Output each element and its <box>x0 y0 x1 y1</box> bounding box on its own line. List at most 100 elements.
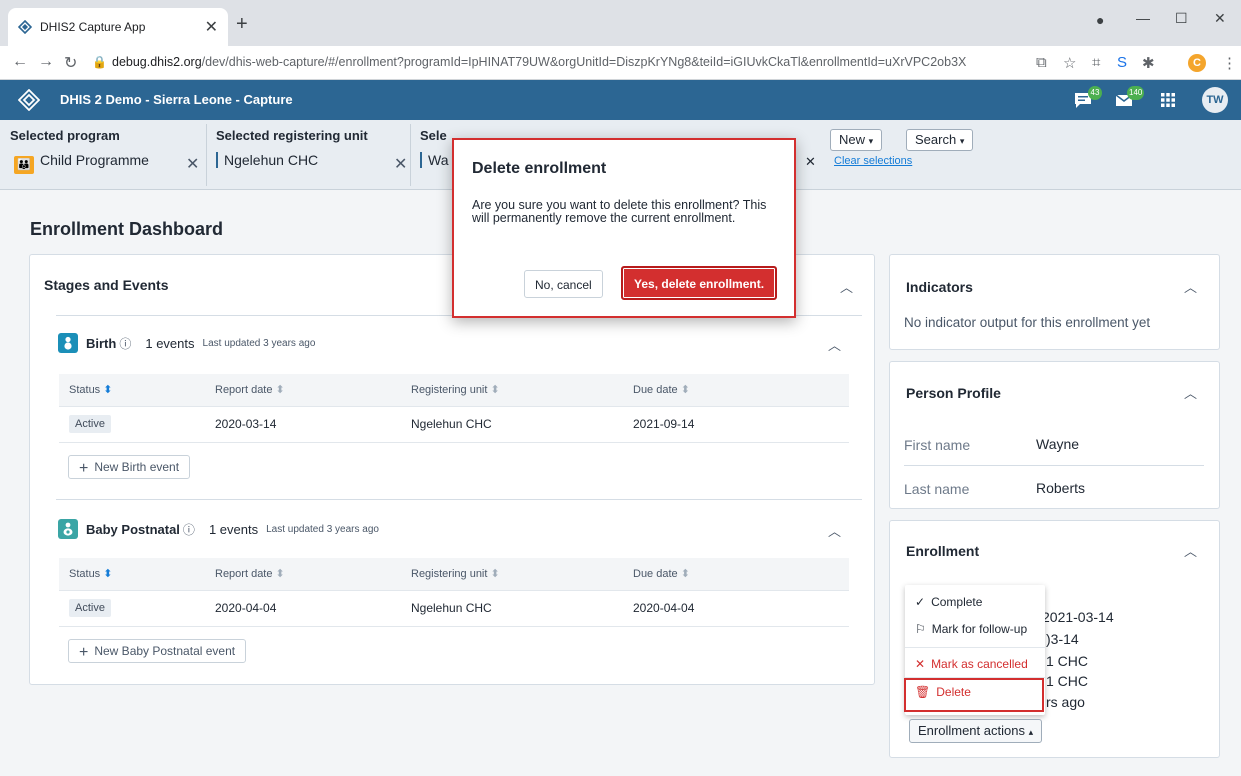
info-icon[interactable]: ⓘ <box>183 521 195 538</box>
owner-org-text: 1 CHC <box>1046 673 1089 689</box>
selected-person-value[interactable]: Wa <box>420 152 448 168</box>
browser-menu-icon[interactable]: ⋮ <box>1222 54 1237 72</box>
table-row[interactable]: Active 2020-04-04 Ngelehun CHC 2020-04-0… <box>59 590 849 627</box>
bookmark-star-icon[interactable]: ☆ <box>1063 54 1076 72</box>
clear-selections-link[interactable]: Clear selections <box>834 155 912 167</box>
collapse-stage-icon[interactable]: ︿ <box>828 335 841 354</box>
plus-icon: + <box>79 460 89 477</box>
clear-enrollment-icon[interactable]: ✕ <box>805 154 816 170</box>
address-bar[interactable]: debug.dhis2.org/dev/dhis-web-capture/#/e… <box>112 55 966 69</box>
events-table-birth: Status ⬍ Report date ⬍ Registering unit … <box>59 374 849 443</box>
col-due-date[interactable]: Due date ⬍ <box>623 374 849 407</box>
confirm-delete-button[interactable]: Yes, delete enrollment. <box>621 266 778 300</box>
menu-followup[interactable]: ⚐ Mark for follow-up <box>915 622 1027 636</box>
stage-name: Birth <box>86 335 117 351</box>
collapse-stages-icon[interactable]: ︿ <box>840 277 853 296</box>
menu-mark-cancelled[interactable]: ✕ Mark as cancelled <box>915 657 1028 671</box>
report-date-cell: 2020-04-04 <box>205 590 401 627</box>
mother-baby-icon <box>58 519 78 539</box>
last-name-value: Roberts <box>1036 480 1086 496</box>
new-tab-icon[interactable]: + <box>236 13 248 36</box>
plus-icon: + <box>79 644 89 661</box>
report-date-cell: 2020-03-14 <box>205 406 401 443</box>
search-button[interactable]: Search ▾ <box>906 129 974 151</box>
col-label: Status <box>69 568 101 581</box>
menu-label: Complete <box>931 595 983 609</box>
status-badge: Active <box>69 599 111 617</box>
dhis2-favicon-icon <box>18 20 32 34</box>
back-icon[interactable]: ← <box>12 53 28 71</box>
maximize-icon[interactable]: ☐ <box>1175 10 1188 27</box>
col-registering-unit[interactable]: Registering unit ⬍ <box>401 374 623 407</box>
due-date-cell: 2021-09-14 <box>623 406 849 443</box>
delete-highlight-box <box>904 678 1044 712</box>
col-label: Registering unit <box>411 568 488 581</box>
enrollment-actions-button[interactable]: Enrollment actions ▴ <box>909 719 1043 743</box>
table-row[interactable]: Active 2020-03-14 Ngelehun CHC 2021-09-1… <box>59 406 849 443</box>
browser-profile-avatar[interactable]: C <box>1188 54 1206 72</box>
stage-name: Baby Postnatal <box>86 521 180 537</box>
dhis2-logo-icon[interactable] <box>18 89 40 111</box>
collapse-profile-icon[interactable]: ︿ <box>1184 383 1197 402</box>
sort-icon: ⬍ <box>275 568 285 581</box>
reload-icon[interactable]: ↻ <box>64 53 77 73</box>
col-status[interactable]: Status ⬍ <box>59 374 205 407</box>
extensions-puzzle-icon[interactable]: ✱ <box>1142 54 1155 72</box>
stages-events-panel: Stages and Events ︿ Birth ⓘ 1 events Las… <box>29 254 875 685</box>
new-birth-event-button[interactable]: + New Birth event <box>68 455 191 479</box>
stage-updated: Last updated 3 years ago <box>266 523 379 535</box>
col-label: Report date <box>215 384 273 397</box>
apps-grid-icon[interactable] <box>1160 92 1176 108</box>
app-title: DHIS 2 Demo - Sierra Leone - Capture <box>60 92 293 107</box>
enrollment-title: Enrollment <box>906 543 980 559</box>
col-report-date[interactable]: Report date ⬍ <box>205 558 401 591</box>
new-button[interactable]: New ▾ <box>830 129 883 151</box>
org-unit-cell: Ngelehun CHC <box>401 590 623 627</box>
divider <box>56 499 862 500</box>
sort-icon: ⬍ <box>103 384 113 397</box>
search-button-label: Search <box>915 132 957 147</box>
close-window-icon[interactable]: ✕ <box>1214 10 1226 27</box>
col-label: Due date <box>633 568 678 581</box>
menu-complete[interactable]: ✓ Complete <box>915 595 982 609</box>
translate-icon[interactable]: ⧉ <box>1036 54 1047 71</box>
new-baby-postnatal-event-button[interactable]: + New Baby Postnatal event <box>68 639 247 663</box>
info-icon[interactable]: ⓘ <box>119 335 131 352</box>
stage-header-birth: Birth ⓘ 1 events Last updated 3 years ag… <box>58 333 315 353</box>
user-avatar[interactable]: TW <box>1202 87 1228 113</box>
lock-icon[interactable]: 🔒 <box>92 55 107 69</box>
close-icon: ✕ <box>915 657 926 671</box>
events-table-baby-postnatal: Status ⬍ Report date ⬍ Registering unit … <box>59 558 849 627</box>
sort-icon: ⬍ <box>103 568 113 581</box>
sort-icon: ⬍ <box>680 568 690 581</box>
clear-org-icon[interactable]: ✕ <box>394 154 407 174</box>
minimize-icon[interactable]: — <box>1136 10 1150 26</box>
extension-s-icon[interactable]: S <box>1117 54 1127 71</box>
record-icon[interactable]: ● <box>1096 12 1104 28</box>
delete-enrollment-dialog: Delete enrollment Are you sure you want … <box>452 138 796 318</box>
clear-program-icon[interactable]: ✕ <box>186 154 199 174</box>
col-status[interactable]: Status ⬍ <box>59 558 205 591</box>
app-header: DHIS 2 Demo - Sierra Leone - Capture 43 … <box>0 80 1241 120</box>
col-due-date[interactable]: Due date ⬍ <box>623 558 849 591</box>
selected-program-value[interactable]: 👪 Child Programme <box>14 152 149 174</box>
collapse-indicators-icon[interactable]: ︿ <box>1184 277 1197 296</box>
screenshot-icon[interactable]: ⌗ <box>1092 54 1100 71</box>
col-report-date[interactable]: Report date ⬍ <box>205 374 401 407</box>
first-name-label: First name <box>904 437 971 453</box>
collapse-stage-icon[interactable]: ︿ <box>828 521 841 540</box>
forward-icon[interactable]: → <box>38 53 54 71</box>
col-registering-unit[interactable]: Registering unit ⬍ <box>401 558 623 591</box>
tab-close-icon[interactable]: ✕ <box>205 17 218 37</box>
selected-org-value[interactable]: Ngelehun CHC <box>216 152 318 168</box>
collapse-enrollment-icon[interactable]: ︿ <box>1184 541 1197 560</box>
cancel-button[interactable]: No, cancel <box>524 270 603 298</box>
divider <box>904 465 1204 466</box>
messages-badge: 140 <box>1127 86 1145 100</box>
incident-date-text: )3-14 <box>1046 631 1079 647</box>
browser-tab[interactable]: DHIS2 Capture App ✕ <box>8 8 228 46</box>
program-name: Child Programme <box>40 152 149 168</box>
tab-title: DHIS2 Capture App <box>40 20 146 34</box>
new-event-label: New Birth event <box>94 460 180 474</box>
col-label: Due date <box>633 384 678 397</box>
